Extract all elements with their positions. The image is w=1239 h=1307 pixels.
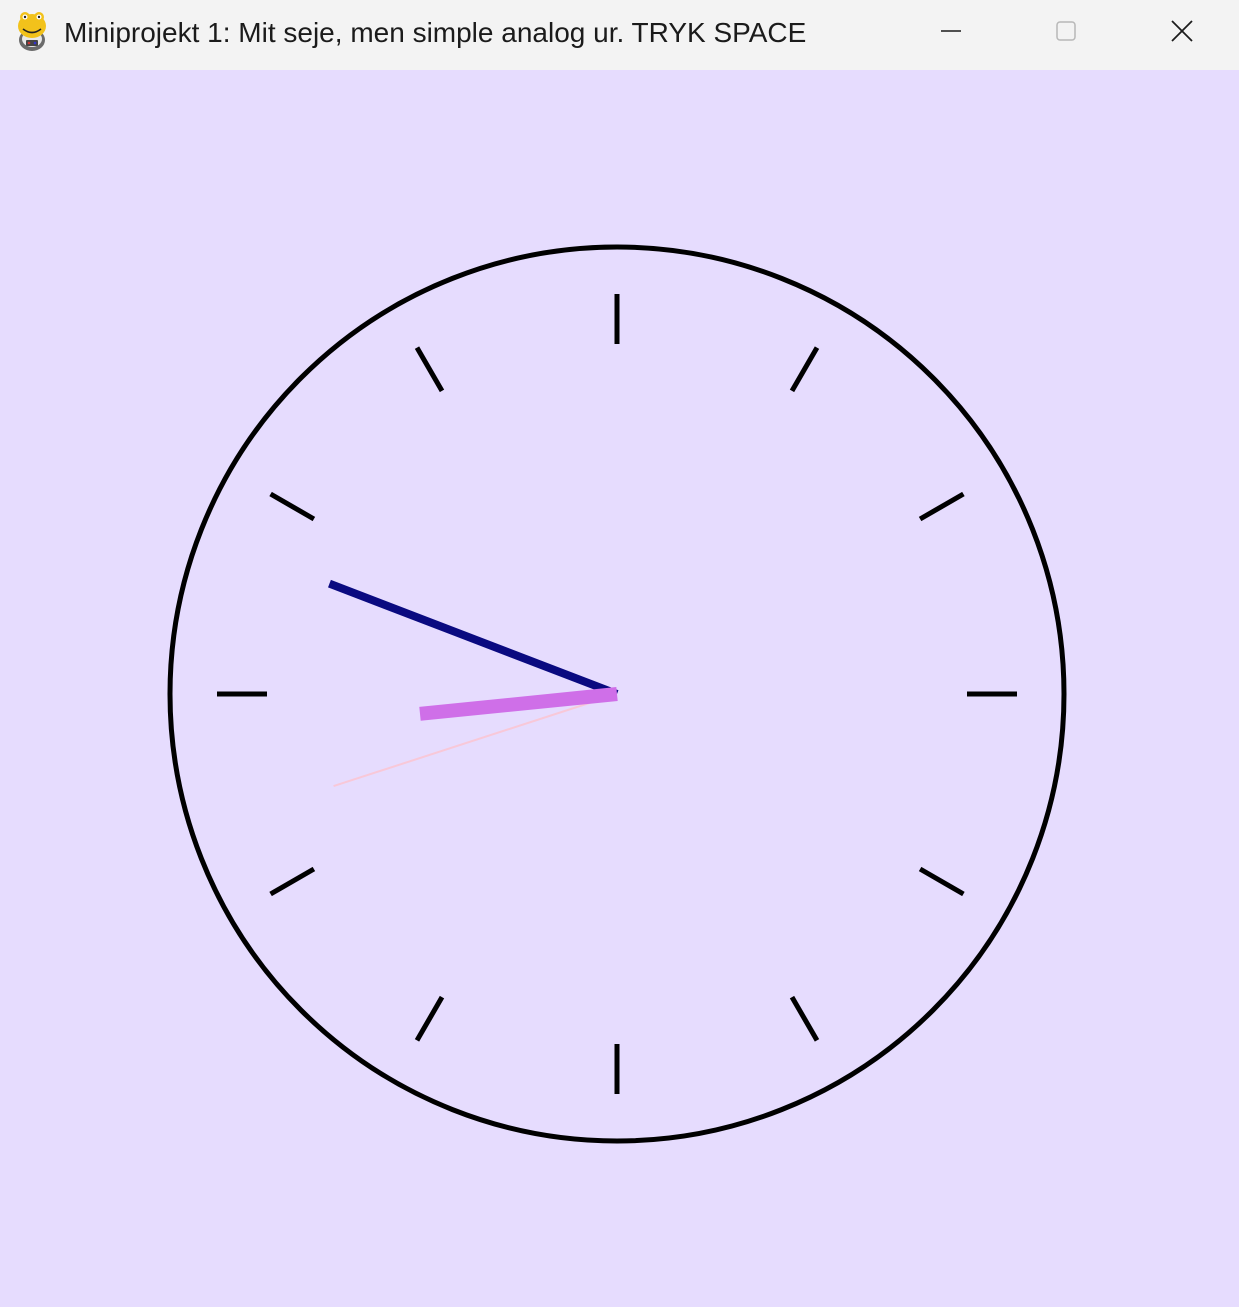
hour-tick (918, 866, 965, 897)
app-window: Miniprojekt 1: Mit seje, men simple anal… (0, 0, 1239, 1307)
analog-clock (167, 244, 1067, 1144)
minimize-icon (941, 30, 961, 32)
hour-tick (918, 491, 965, 522)
hour-tick (789, 346, 820, 393)
hour-tick (269, 866, 316, 897)
maximize-icon (1056, 21, 1076, 41)
minimize-button[interactable] (893, 0, 1009, 62)
hour-tick (414, 346, 445, 393)
hour-tick (269, 491, 316, 522)
minute-hand (328, 579, 619, 698)
window-title: Miniprojekt 1: Mit seje, men simple anal… (64, 17, 807, 48)
pygame-canvas[interactable] (0, 70, 1239, 1307)
maximize-button[interactable] (1008, 0, 1124, 62)
close-icon (1171, 20, 1193, 42)
close-button[interactable] (1124, 0, 1239, 62)
hour-hand (419, 687, 618, 721)
pygame-snake-icon (18, 12, 46, 51)
hour-tick (789, 995, 820, 1042)
title-bar[interactable]: Miniprojekt 1: Mit seje, men simple anal… (0, 0, 1239, 70)
hour-tick (414, 995, 445, 1042)
